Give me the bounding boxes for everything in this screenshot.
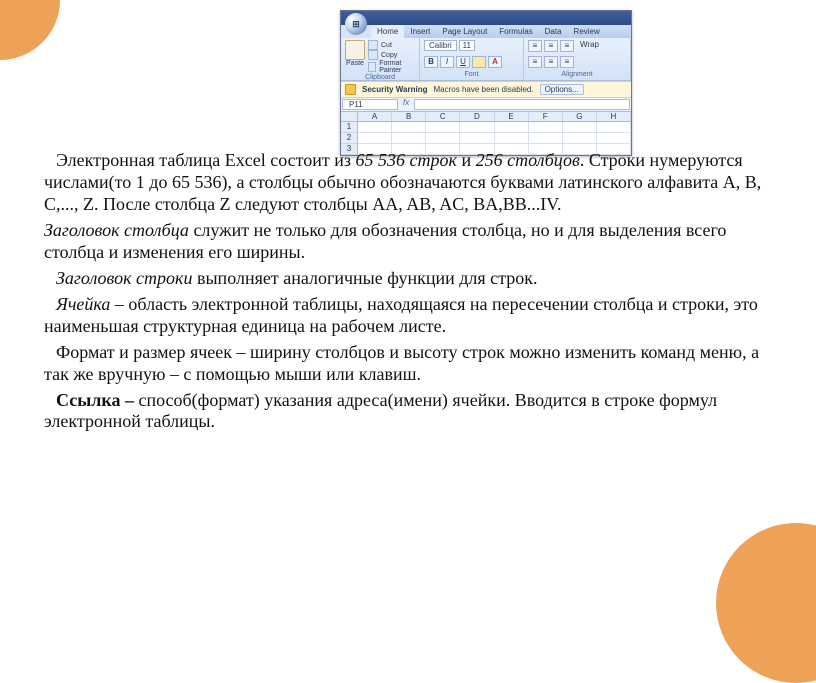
font-color-button[interactable]: A xyxy=(488,56,502,68)
cell[interactable] xyxy=(563,133,597,144)
copy-icon[interactable] xyxy=(368,50,378,60)
tab-data[interactable]: Data xyxy=(539,25,568,38)
row-header[interactable]: 2 xyxy=(341,133,358,144)
t: выполняет аналогичные функции для строк. xyxy=(192,268,537,288)
ribbon: Paste Cut Copy Format Painter Clipboard … xyxy=(341,38,631,81)
para-4: Ячейка – область электронной таблицы, на… xyxy=(44,294,766,338)
shield-icon xyxy=(345,84,356,95)
tab-formulas[interactable]: Formulas xyxy=(493,25,538,38)
office-orb-icon[interactable]: ⊞ xyxy=(345,13,367,35)
col-header[interactable]: E xyxy=(495,112,529,121)
group-alignment-title: Alignment xyxy=(528,71,626,78)
font-size-select[interactable]: 11 xyxy=(459,40,475,51)
col-header[interactable]: H xyxy=(597,112,631,121)
cell[interactable] xyxy=(358,133,392,144)
t-bold: Ссылка – xyxy=(56,390,138,410)
painter-label: Format Painter xyxy=(379,60,415,74)
bold-button[interactable]: B xyxy=(424,56,438,68)
para-2: Заголовок столбца служит не только для о… xyxy=(44,220,766,264)
t: Формат и размер ячеек – ширину столбцов … xyxy=(44,342,759,384)
cell[interactable] xyxy=(426,122,460,133)
cell[interactable] xyxy=(529,133,563,144)
security-warning-title: Security Warning xyxy=(362,85,428,94)
t: способ(формат) указания адреса(имени) яч… xyxy=(44,390,717,432)
t-em: Заголовок строки xyxy=(56,268,192,288)
fill-color-button[interactable] xyxy=(472,56,486,68)
cell[interactable] xyxy=(358,122,392,133)
cell[interactable] xyxy=(392,122,426,133)
cut-label: Cut xyxy=(381,42,392,49)
para-5: Формат и размер ячеек – ширину столбцов … xyxy=(44,342,766,386)
t: – область электронной таблицы, находящая… xyxy=(44,294,758,336)
formula-bar-row: P11 fx xyxy=(341,98,631,112)
formula-bar[interactable] xyxy=(414,99,630,110)
col-header[interactable]: B xyxy=(392,112,426,121)
t-em: 256 столбцов xyxy=(476,150,580,170)
cell[interactable] xyxy=(597,122,631,133)
align-left-icon[interactable]: ≡ xyxy=(528,56,542,68)
security-warning-bar: Security Warning Macros have been disabl… xyxy=(341,81,631,98)
decor-corner-tl xyxy=(0,0,60,60)
col-header[interactable]: F xyxy=(529,112,563,121)
cell[interactable] xyxy=(563,122,597,133)
paste-label: Paste xyxy=(345,60,365,67)
font-name-select[interactable]: Calibri xyxy=(424,40,457,51)
group-clipboard: Paste Cut Copy Format Painter Clipboard xyxy=(341,38,420,80)
align-center-icon[interactable]: ≡ xyxy=(544,56,558,68)
cell[interactable] xyxy=(460,122,494,133)
select-all-corner[interactable] xyxy=(341,112,358,121)
group-font-title: Font xyxy=(424,71,519,78)
align-right-icon[interactable]: ≡ xyxy=(560,56,574,68)
align-bottom-icon[interactable]: ≡ xyxy=(560,40,574,52)
slide-text: Электронная таблица Excel состоит из 65 … xyxy=(44,150,766,437)
para-1: Электронная таблица Excel состоит из 65 … xyxy=(44,150,766,216)
t-em: Ячейка xyxy=(56,294,110,314)
group-clipboard-title: Clipboard xyxy=(345,74,415,81)
align-top-icon[interactable]: ≡ xyxy=(528,40,542,52)
painter-icon[interactable] xyxy=(368,62,376,72)
column-headers: A B C D E F G H xyxy=(341,112,631,122)
excel-titlebar: ⊞ xyxy=(341,11,631,25)
para-6: Ссылка – способ(формат) указания адреса(… xyxy=(44,390,766,434)
group-alignment: ≡ ≡ ≡ Wrap ≡ ≡ ≡ Alignment xyxy=(524,38,631,80)
para-3: Заголовок строки выполняет аналогичные ф… xyxy=(44,268,766,290)
t: Электронная таблица Excel состоит из xyxy=(56,150,356,170)
underline-button[interactable]: U xyxy=(456,56,470,68)
excel-screenshot: ⊞ Home Insert Page Layout Formulas Data … xyxy=(340,10,632,156)
cell[interactable] xyxy=(495,133,529,144)
cell[interactable] xyxy=(426,133,460,144)
tab-insert[interactable]: Insert xyxy=(404,25,436,38)
col-header[interactable]: C xyxy=(426,112,460,121)
t: и xyxy=(457,150,476,170)
copy-label: Copy xyxy=(381,52,397,59)
tab-review[interactable]: Review xyxy=(568,25,606,38)
row-header[interactable]: 1 xyxy=(341,122,358,133)
tab-home[interactable]: Home xyxy=(371,25,404,38)
wrap-text-button[interactable]: Wrap xyxy=(580,40,599,52)
paste-icon[interactable] xyxy=(345,40,365,60)
security-options-button[interactable]: Options... xyxy=(540,84,584,95)
cell[interactable] xyxy=(495,122,529,133)
cut-icon[interactable] xyxy=(368,40,378,50)
group-font: Calibri 11 B I U A Font xyxy=(420,38,524,80)
col-header[interactable]: A xyxy=(358,112,392,121)
t-em: Заголовок столбца xyxy=(44,220,189,240)
cell[interactable] xyxy=(597,133,631,144)
cell[interactable] xyxy=(460,133,494,144)
align-middle-icon[interactable]: ≡ xyxy=(544,40,558,52)
ribbon-tabs: Home Insert Page Layout Formulas Data Re… xyxy=(371,25,631,38)
col-header[interactable]: D xyxy=(460,112,494,121)
tab-pagelayout[interactable]: Page Layout xyxy=(436,25,493,38)
col-header[interactable]: G xyxy=(563,112,597,121)
cell[interactable] xyxy=(529,122,563,133)
fx-icon[interactable]: fx xyxy=(399,98,413,111)
name-box[interactable]: P11 xyxy=(342,99,398,110)
decor-corner-br xyxy=(716,523,816,683)
security-warning-msg: Macros have been disabled. xyxy=(434,85,534,94)
italic-button[interactable]: I xyxy=(440,56,454,68)
t-em: 65 536 строк xyxy=(356,150,457,170)
cell[interactable] xyxy=(392,133,426,144)
